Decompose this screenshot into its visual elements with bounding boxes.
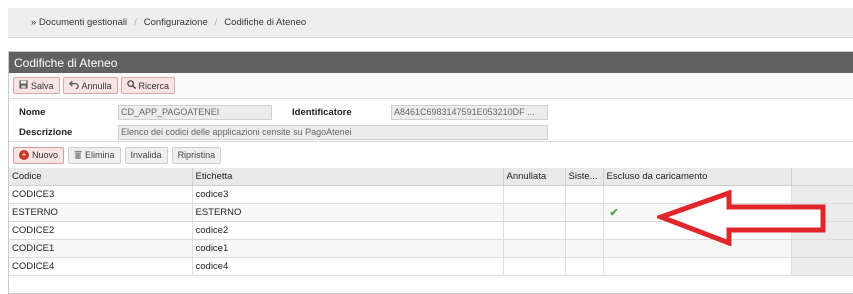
cell-sistema <box>565 185 604 204</box>
cell-sistema <box>565 203 604 222</box>
restore-button[interactable]: Ripristina <box>171 146 222 164</box>
cell-annullata <box>503 185 566 204</box>
cell-codice: CODICE2 <box>9 221 193 240</box>
cell-etichetta: codice3 <box>192 185 504 204</box>
cell-sistema <box>565 257 604 276</box>
breadcrumb-codifiche-di-ateneo: Codifiche di Ateneo <box>224 17 307 28</box>
plus-icon: + <box>19 150 29 160</box>
new-button[interactable]: + Nuovo <box>13 146 65 164</box>
invalidate-label: Invalida <box>130 150 162 160</box>
detail-form: Nome CD_APP_PAGOATENEI Identificatore A8… <box>9 98 853 142</box>
red-arrow-annotation <box>657 190 826 246</box>
identificatore-value: A8461C6983147591E053210DF <box>394 107 525 117</box>
cell-codice: CODICE4 <box>9 257 193 276</box>
column-header-annullata[interactable]: Annullata <box>503 168 566 186</box>
identificatore-label: Identificatore <box>292 107 352 118</box>
cell-codice: CODICE1 <box>9 239 193 258</box>
cell-sistema <box>565 221 604 240</box>
search-button[interactable]: Ricerca <box>120 77 176 94</box>
breadcrumb-separator: / <box>134 17 137 28</box>
nome-label: Nome <box>19 107 46 118</box>
cell-sistema <box>565 239 604 258</box>
delete-label: Elimina <box>85 150 115 160</box>
cell-codice: CODICE3 <box>9 185 193 204</box>
cell-etichetta: ESTERNO <box>192 203 504 222</box>
cell-annullata <box>503 257 566 276</box>
save-label: Salva <box>31 80 54 91</box>
cancel-button[interactable]: Annulla <box>62 77 118 94</box>
cell-annullata <box>503 203 566 222</box>
cell-etichetta: codice1 <box>192 239 504 258</box>
cell-annullata <box>503 221 566 240</box>
restore-label: Ripristina <box>177 150 216 160</box>
search-label: Ricerca <box>138 80 170 91</box>
identificatore-field[interactable]: A8461C6983147591E053210DF ... <box>391 105 548 120</box>
cancel-label: Annulla <box>81 80 112 91</box>
identificatore-more: ... <box>527 107 535 117</box>
new-label: Nuovo <box>32 150 59 160</box>
table-filler <box>791 168 853 186</box>
table-row[interactable]: CODICE4 codice4 <box>9 257 853 276</box>
column-header-sistema[interactable]: Siste... <box>565 168 604 186</box>
undo-icon <box>68 80 79 91</box>
nome-field[interactable]: CD_APP_PAGOATENEI <box>118 105 272 120</box>
cell-etichetta: codice4 <box>192 257 504 276</box>
delete-button[interactable]: Elimina <box>68 146 121 164</box>
trash-icon <box>74 150 82 161</box>
cell-codice: ESTERNO <box>9 203 193 222</box>
codifiche-panel: Codifiche di Ateneo Salva Annulla Ricerc… <box>8 51 853 294</box>
column-header-codice[interactable]: Codice <box>9 168 193 186</box>
cell-annullata <box>503 239 566 258</box>
breadcrumb-separator: / <box>214 17 218 28</box>
table-header-row: Codice Etichetta Annullata Siste... Escl… <box>9 168 853 186</box>
main-toolbar: Salva Annulla Ricerca <box>9 73 853 98</box>
column-header-escluso[interactable]: Escluso da caricamento <box>603 168 792 186</box>
breadcrumb: » Documenti gestionali / Configurazione … <box>8 8 853 38</box>
cell-escluso <box>603 257 792 276</box>
invalidate-button[interactable]: Invalida <box>124 146 168 164</box>
floppy-disk-icon <box>19 80 28 91</box>
grid-toolbar: + Nuovo Elimina Invalida Ripristina <box>9 142 853 168</box>
table-filler <box>791 257 853 276</box>
panel-title: Codifiche di Ateneo <box>9 52 853 73</box>
descrizione-label: Descrizione <box>19 127 73 138</box>
descrizione-field[interactable]: Elenco dei codici delle applicazioni cen… <box>118 125 548 140</box>
cell-etichetta: codice2 <box>192 221 504 240</box>
column-header-etichetta[interactable]: Etichetta <box>192 168 504 186</box>
save-button[interactable]: Salva <box>13 77 60 94</box>
breadcrumb-configurazione[interactable]: Configurazione <box>144 17 208 28</box>
search-icon <box>126 80 136 91</box>
breadcrumb-documenti-gestionali[interactable]: » Documenti gestionali <box>31 17 127 28</box>
